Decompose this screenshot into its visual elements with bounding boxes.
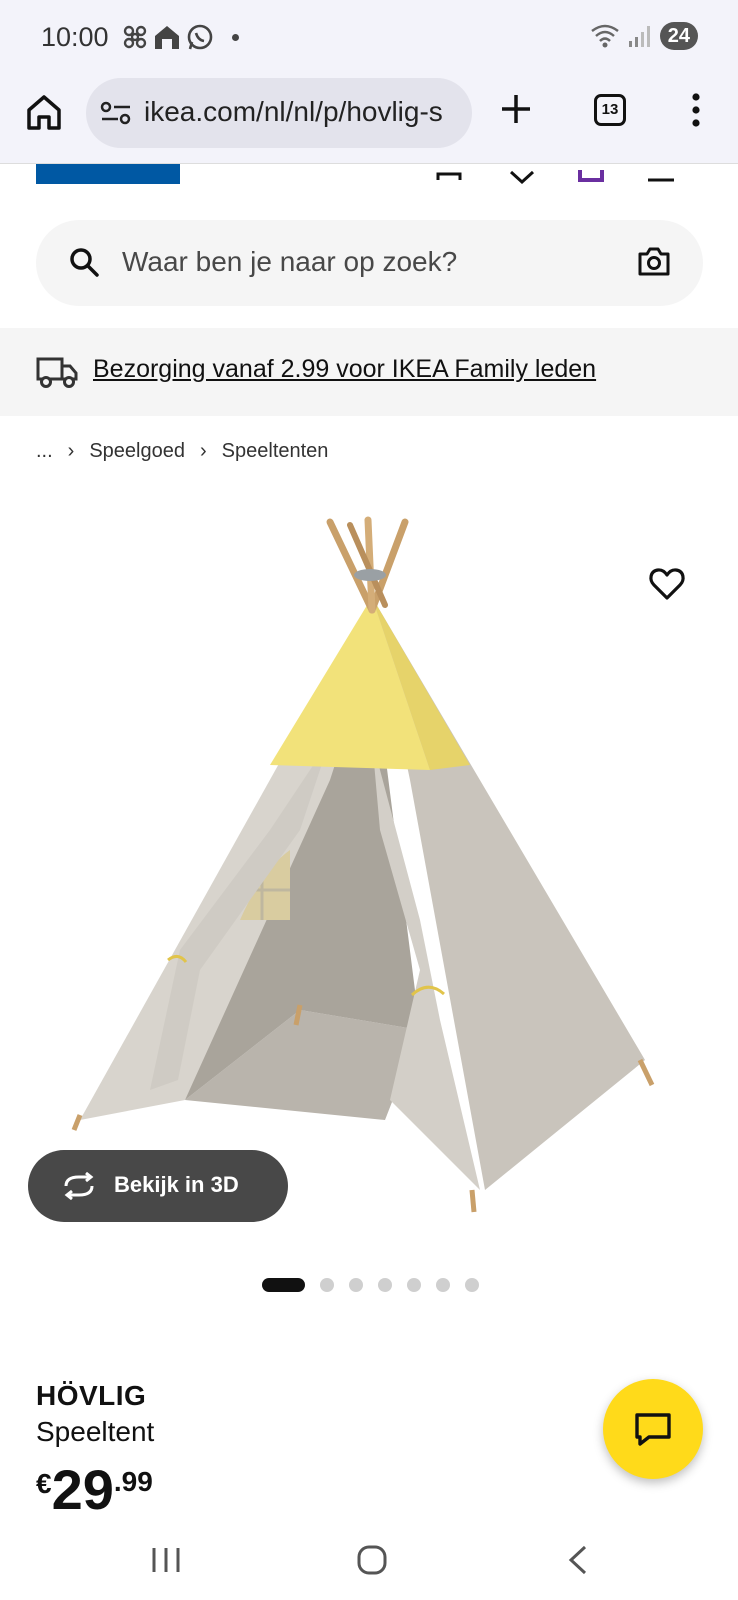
product-image[interactable] [0, 500, 738, 1260]
chat-icon [635, 1413, 671, 1446]
product-type: Speeltent [36, 1416, 155, 1447]
truck-icon [36, 357, 78, 388]
view-in-3d-button[interactable]: Bekijk in 3D [28, 1150, 288, 1222]
battery-indicator: 24 [659, 22, 698, 50]
status-time: 10:00 [41, 22, 109, 52]
pagination-dot-7[interactable] [465, 1278, 479, 1292]
price-currency: € [36, 1468, 52, 1499]
system-navigation-bar [0, 1520, 738, 1600]
image-pagination [262, 1278, 479, 1292]
pagination-dot-3[interactable] [349, 1278, 363, 1292]
browser-home-icon[interactable] [24, 92, 64, 132]
breadcrumb: ... › Speelgoed › Speeltenten [36, 440, 328, 463]
back-nav-icon[interactable] [566, 1544, 590, 1576]
status-notification-icons [122, 22, 239, 52]
camera-icon[interactable] [637, 246, 671, 278]
delivery-banner: Bezorging vanaf 2.99 voor IKEA Family le… [0, 328, 738, 416]
more-notifications-dot [232, 33, 239, 41]
pagination-dot-4[interactable] [378, 1278, 392, 1292]
browser-toolbar: ikea.com/nl/nl/p/hovlig-s 13 [0, 74, 738, 164]
search-icon [70, 248, 99, 277]
fan-icon [123, 25, 147, 49]
url-text: ikea.com/nl/nl/p/hovlig-s [144, 96, 443, 127]
pagination-dot-2[interactable] [320, 1278, 334, 1292]
account-icon[interactable] [432, 164, 466, 184]
ikea-header [0, 164, 738, 186]
address-bar[interactable]: ikea.com/nl/nl/p/hovlig-s [86, 78, 472, 148]
tab-switcher-button[interactable]: 13 [594, 94, 626, 126]
pagination-dot-6[interactable] [436, 1278, 450, 1292]
wifi-icon [590, 24, 619, 48]
cart-icon[interactable] [574, 164, 608, 184]
whatsapp-icon [187, 24, 213, 50]
product-price: € 29 .99 [36, 1460, 153, 1520]
breadcrumb-item-speelgoed[interactable]: Speelgoed [89, 440, 185, 463]
status-system-icons: 24 [590, 22, 698, 50]
pagination-dot-5[interactable] [407, 1278, 421, 1292]
favourite-heart-icon[interactable] [648, 566, 686, 602]
rotate-3d-icon [64, 1172, 94, 1200]
menu-icon[interactable] [644, 164, 678, 184]
pagination-dot-1[interactable] [262, 1278, 305, 1292]
recent-apps-icon[interactable] [150, 1546, 182, 1574]
chevron-right-icon: › [200, 440, 207, 462]
search-placeholder: Waar ben je naar op zoek? [122, 246, 458, 277]
price-whole: 29 [51, 1458, 114, 1521]
favourites-icon[interactable] [505, 164, 539, 184]
home-notification-icon [155, 26, 179, 49]
chat-button[interactable] [603, 1379, 703, 1479]
view-in-3d-label: Bekijk in 3D [114, 1172, 239, 1197]
price-decimals: .99 [113, 1466, 153, 1497]
new-tab-icon[interactable] [499, 92, 533, 126]
ikea-logo[interactable] [36, 164, 180, 184]
status-bar: 10:00 24 [0, 0, 738, 74]
product-name: HÖVLIG [36, 1380, 147, 1411]
signal-icon [628, 26, 650, 47]
home-nav-icon[interactable] [356, 1544, 388, 1576]
more-options-icon[interactable] [690, 92, 702, 128]
delivery-link[interactable]: Bezorging vanaf 2.99 voor IKEA Family le… [93, 355, 596, 384]
chevron-right-icon: › [67, 440, 75, 462]
site-settings-icon[interactable] [100, 100, 132, 126]
breadcrumb-ellipsis[interactable]: ... [36, 440, 53, 463]
search-input[interactable]: Waar ben je naar op zoek? [36, 220, 703, 306]
breadcrumb-item-speeltenten[interactable]: Speeltenten [222, 440, 329, 463]
